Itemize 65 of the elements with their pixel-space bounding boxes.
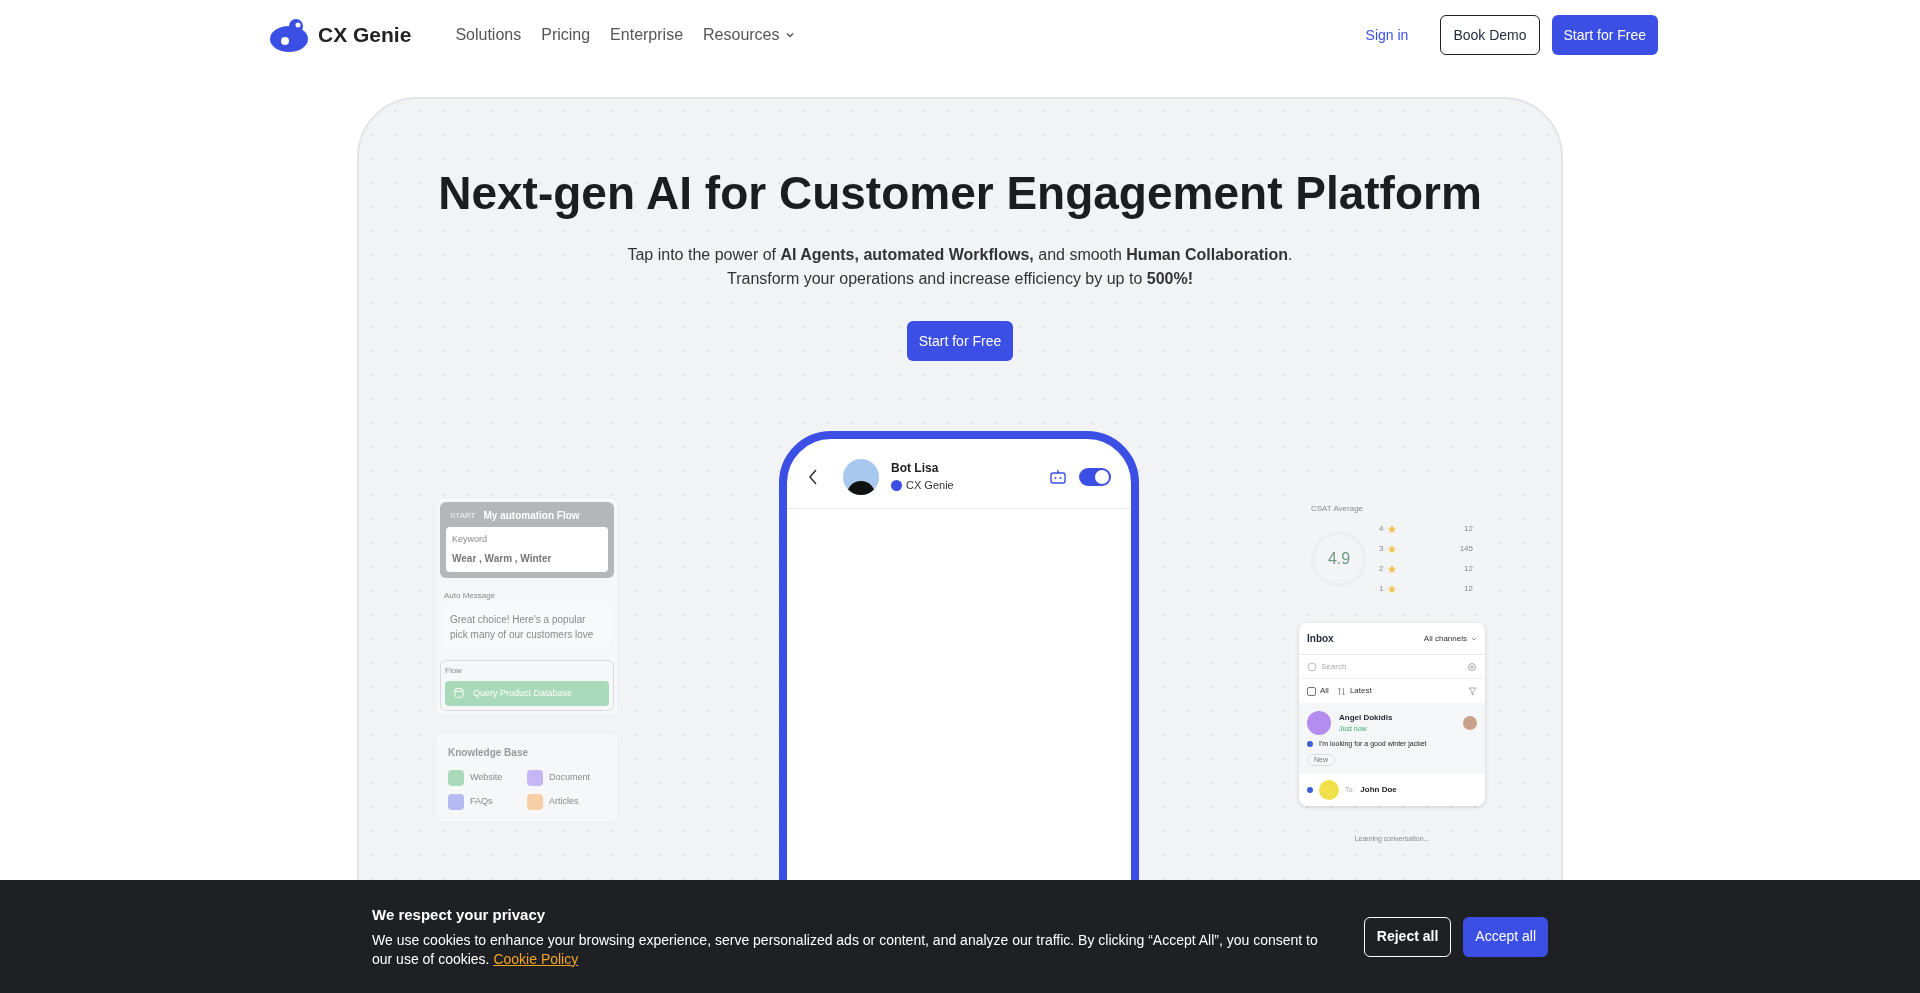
inbox-title: Inbox [1307,632,1334,646]
nav-link[interactable]: Resources [703,23,796,47]
accept-button[interactable]: Accept all [1463,916,1548,957]
search-icon [1307,661,1317,672]
caret-icon [1471,635,1477,642]
sort-icon [1336,686,1346,696]
nav-link[interactable]: Solutions [455,23,522,47]
robot-icon [1049,468,1067,485]
star-icon [1387,564,1398,574]
cookie-policy-link[interactable]: Cookie Policy [493,950,579,967]
rating-label: 2 [1379,563,1384,575]
start-tag: START [450,509,476,522]
source-label: FAQs [470,795,493,809]
flow-title: My automation Flow [483,509,580,523]
flow-action: Query Product Database [445,680,609,706]
cookie-title: We respect your privacy [372,905,547,926]
star-icon [1387,544,1398,554]
keyword-field: Keyword Wear , Warm , Winter [446,527,608,572]
agent-avatar [1463,716,1477,730]
contact-name: Angel Dokidis [1339,711,1394,724]
star-icon [1387,584,1398,594]
rating-count: 145 [1459,543,1473,555]
reject-button[interactable]: Reject all [1363,916,1452,957]
bot-toggle[interactable] [1079,467,1111,486]
rating-label: 4 [1379,523,1384,535]
search-field[interactable]: Search [1321,660,1417,673]
rating-count: 12 [1464,523,1473,535]
flow-node: Flow Query Product Database [440,659,614,711]
recipient-name: John Doe [1360,784,1397,796]
sign-in-link[interactable]: Sign in [1365,24,1409,46]
hero-subtitle: Tap into the power of AI Agents, automated Workflows, and smooth Human Collaboration. [627,245,1293,265]
hero-subtitle: Transform your operations and increase efficiency by up to 500%! [726,269,1193,289]
cookie-text: We use cookies to enhance your browsing experience, serve personalized ads or content, and analyze our traffic. By clicking “Accept All”, you consent to our use of cookies. Cookie Policy [372,930,1319,969]
star-icon [1387,524,1398,534]
hero-cta-button[interactable]: Start for Free [906,321,1014,361]
bot-avatar [843,458,879,495]
logo-text[interactable]: CX Genie [318,19,412,51]
auto-message-label: Auto Message [444,589,497,602]
nav-link[interactable]: Enterprise [610,23,684,47]
rating-label: 3 [1379,543,1384,555]
start-free-button[interactable]: Start for Free [1551,15,1658,55]
channel-dropdown[interactable]: All channels [1423,632,1477,645]
rating-count: 12 [1464,583,1473,595]
logo-icon[interactable] [268,17,310,53]
source-label: Website [470,771,503,785]
contact-avatar [1319,780,1339,800]
brand-label: CX Genie [906,478,954,494]
source-label: Document [549,771,591,785]
hero-title: Next-gen AI for Customer Engagement Platform [438,166,1482,221]
bot-name: Bot Lisa [891,460,940,478]
database-icon [453,687,465,700]
inbox-icon [1307,686,1316,696]
sort-button[interactable]: Latest [1336,685,1372,697]
contact-avatar [1307,711,1331,735]
brand-icon [891,480,902,491]
csat-score: 4.9 [1311,531,1367,587]
book-demo-button[interactable]: Book Demo [1440,15,1540,55]
nav-link[interactable]: Pricing [541,23,591,47]
back-icon[interactable] [807,467,819,486]
csat-title: CSAT Average [1311,503,1365,515]
filter-all-button[interactable]: All [1307,685,1329,697]
knowledge-title: Knowledge Base [448,746,530,760]
rating-count: 12 [1464,563,1473,575]
source-label: Articles [549,795,579,809]
rating-label: 1 [1379,583,1384,595]
